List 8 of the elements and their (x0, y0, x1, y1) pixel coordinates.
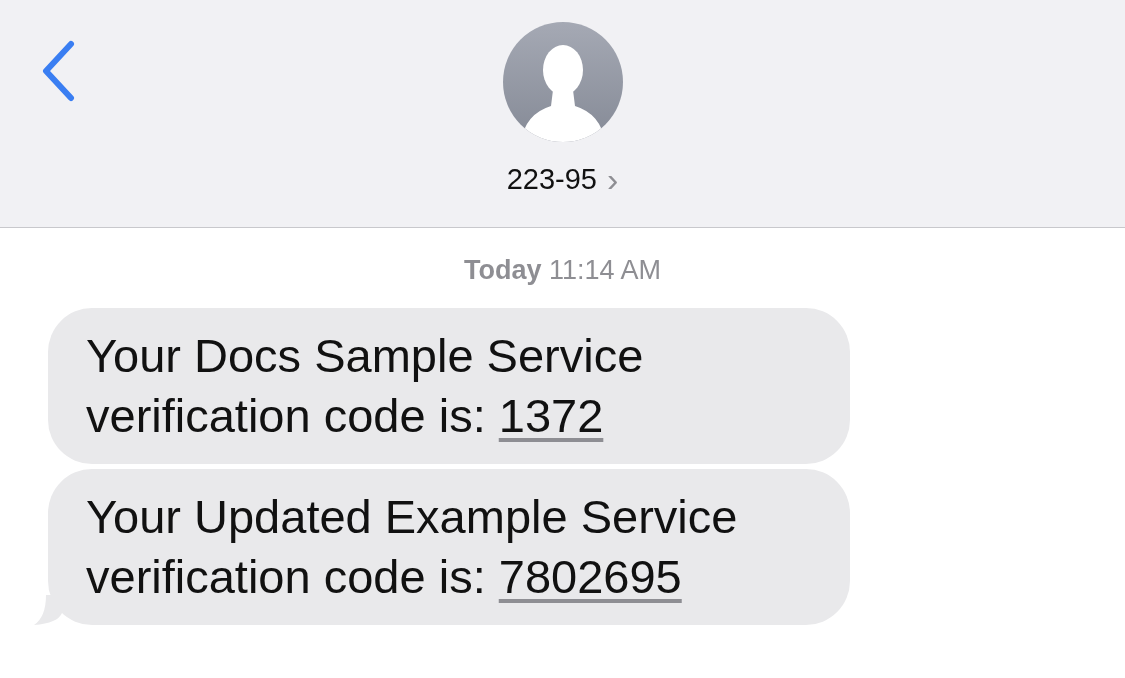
message-text: Your Updated Example Service verification code is: 7802695 (86, 489, 739, 605)
verification-code-link[interactable]: 1372 (498, 389, 604, 442)
timestamp: Today 11:14 AM (462, 255, 663, 286)
verification-code-link[interactable]: 7802695 (498, 550, 682, 603)
message-text: Your Docs Sample Service verification code is: 1372 (86, 328, 645, 444)
back-icon[interactable] (40, 40, 76, 102)
contact-name[interactable]: 223-95 (506, 162, 597, 196)
avatar-icon[interactable] (502, 22, 623, 142)
